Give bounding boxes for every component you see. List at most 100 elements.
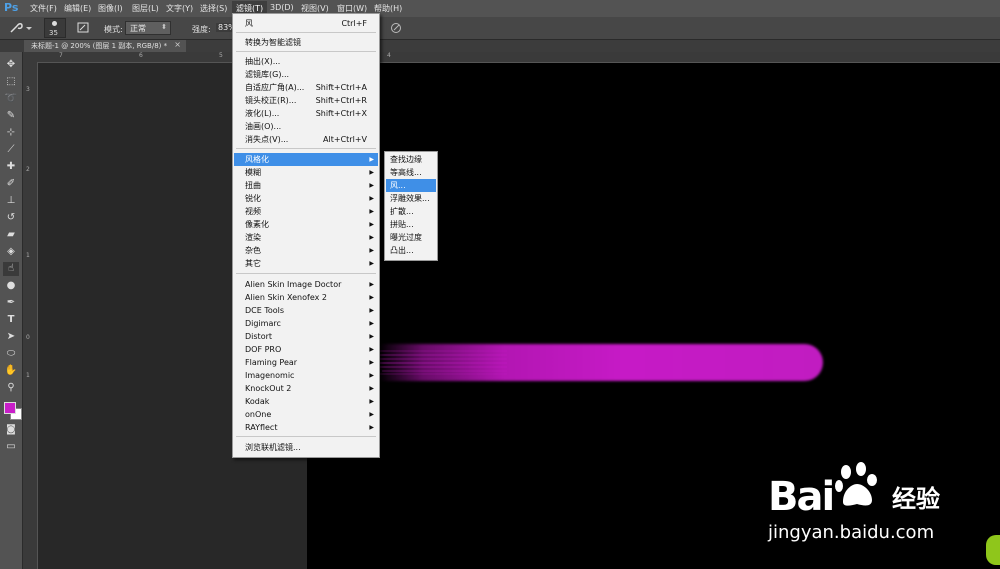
- menu-item-plugin[interactable]: DCE Tools ▶: [234, 304, 378, 317]
- brush-tip-icon: [52, 21, 57, 26]
- hand-tool-icon[interactable]: ✋: [3, 364, 19, 378]
- quick-mask-icon[interactable]: ◙: [3, 423, 19, 437]
- menu-item-plugin[interactable]: Distort ▶: [234, 330, 378, 343]
- menu-item-plugin[interactable]: Digimarc ▶: [234, 317, 378, 330]
- type-tool-icon[interactable]: T: [3, 313, 19, 327]
- quick-select-tool-icon[interactable]: ✎: [3, 109, 19, 123]
- filter-dropdown-menu: 风 Ctrl+F 转换为智能滤镜 抽出(X)... 滤镜库(G)... 自适应广角…: [232, 13, 380, 458]
- menu-item-convert-smart-filter[interactable]: 转换为智能滤镜: [234, 36, 378, 49]
- dodge-tool-icon[interactable]: ●: [3, 279, 19, 293]
- brush-size-picker[interactable]: 35: [44, 18, 66, 38]
- submenu-arrow-icon: ▶: [369, 260, 374, 267]
- menu-item-plugin[interactable]: Kodak ▶: [234, 395, 378, 408]
- watermark-jingyan-text: 经验: [892, 485, 940, 513]
- ruler-tick-label: 3: [26, 86, 30, 93]
- mode-select[interactable]: 正常 ⬍: [125, 21, 171, 35]
- menu-item-extract[interactable]: 抽出(X)...: [234, 55, 378, 68]
- paint-bucket-tool-icon[interactable]: ◈: [3, 245, 19, 259]
- menu-item-liquify[interactable]: 液化(L)... Shift+Ctrl+X: [234, 107, 378, 120]
- submenu-item-find-edges[interactable]: 查找边缘: [386, 153, 436, 166]
- brush-panel-icon[interactable]: [77, 22, 89, 33]
- submenu-arrow-icon: ▶: [369, 234, 374, 241]
- submenu-item-diffuse[interactable]: 扩散...: [386, 205, 436, 218]
- menu-item-label: RAYflect: [245, 423, 278, 432]
- menu-item-filter-gallery[interactable]: 滤镜库(G)...: [234, 68, 378, 81]
- menu-select[interactable]: 选择(S): [200, 3, 227, 14]
- menu-item-label: onOne: [245, 410, 272, 419]
- menu-item-label: Distort: [245, 332, 273, 341]
- smudge-tool-icon[interactable]: ☝: [3, 262, 19, 276]
- magenta-brush-stroke: [379, 344, 823, 381]
- menu-file[interactable]: 文件(F): [30, 3, 57, 14]
- menu-item-oil-paint[interactable]: 油画(O)...: [234, 120, 378, 133]
- menu-item-plugin[interactable]: Alien Skin Xenofex 2 ▶: [234, 291, 378, 304]
- shape-tool-icon[interactable]: ⬭: [3, 347, 19, 361]
- stylize-submenu: 查找边缘 等高线... 风... 浮雕效果... 扩散... 拼贴... 曝光过…: [384, 151, 438, 261]
- lasso-tool-icon[interactable]: ➰: [3, 92, 19, 106]
- menu-layer[interactable]: 图层(L): [132, 3, 159, 14]
- submenu-item-solarize[interactable]: 曝光过度: [386, 231, 436, 244]
- move-tool-icon[interactable]: ✥: [3, 58, 19, 72]
- ruler-tick-label: 5: [219, 52, 223, 59]
- history-brush-tool-icon[interactable]: ↺: [3, 211, 19, 225]
- close-icon[interactable]: ×: [174, 40, 181, 49]
- menu-item-plugin[interactable]: KnockOut 2 ▶: [234, 382, 378, 395]
- ruler-tick-label: 1: [26, 252, 30, 259]
- menu-item-adaptive-wide-angle[interactable]: 自适应广角(A)... Shift+Ctrl+A: [234, 81, 378, 94]
- smudge-tool-preset-icon[interactable]: [8, 21, 32, 35]
- menu-item-label: Imagenomic: [245, 371, 295, 380]
- menu-item-render[interactable]: 渲染 ▶: [234, 231, 378, 244]
- menu-item-browse-online-filters[interactable]: 浏览联机滤镜...: [234, 441, 378, 454]
- menu-item-plugin[interactable]: Imagenomic ▶: [234, 369, 378, 382]
- submenu-arrow-icon: ▶: [369, 359, 374, 366]
- menu-item-plugin[interactable]: Flaming Pear ▶: [234, 356, 378, 369]
- menu-image[interactable]: 图像(I): [98, 3, 123, 14]
- path-select-tool-icon[interactable]: ➤: [3, 330, 19, 344]
- menu-item-video[interactable]: 视频 ▶: [234, 205, 378, 218]
- photoshop-logo: Ps: [4, 1, 19, 14]
- menu-item-other[interactable]: 其它 ▶: [234, 257, 378, 270]
- menu-item-label: 杂色: [245, 246, 261, 255]
- marquee-tool-icon[interactable]: ⬚: [3, 75, 19, 89]
- eraser-tool-icon[interactable]: ▰: [3, 228, 19, 242]
- brush-tool-icon[interactable]: ✐: [3, 177, 19, 191]
- submenu-arrow-icon: ▶: [369, 195, 374, 202]
- eyedropper-tool-icon[interactable]: ⟋: [3, 143, 19, 157]
- submenu-arrow-icon: ▶: [369, 281, 374, 288]
- menu-item-label: 视频: [245, 207, 261, 216]
- menu-item-stylize[interactable]: 风格化 ▶: [234, 153, 378, 166]
- menu-item-plugin[interactable]: Alien Skin Image Doctor ▶: [234, 278, 378, 291]
- menu-item-plugin[interactable]: DOF PRO ▶: [234, 343, 378, 356]
- submenu-item-emboss[interactable]: 浮雕效果...: [386, 192, 436, 205]
- submenu-item-wind[interactable]: 风...: [386, 179, 436, 192]
- submenu-item-trace-contour[interactable]: 等高线...: [386, 166, 436, 179]
- menu-item-last-filter[interactable]: 风 Ctrl+F: [234, 17, 378, 30]
- submenu-arrow-icon: ▶: [369, 398, 374, 405]
- menu-item-distort[interactable]: 扭曲 ▶: [234, 179, 378, 192]
- screen-mode-icon[interactable]: ▭: [3, 440, 19, 454]
- pen-tool-icon[interactable]: ✒: [3, 296, 19, 310]
- menu-item-plugin[interactable]: RAYflect ▶: [234, 421, 378, 434]
- menu-item-blur[interactable]: 模糊 ▶: [234, 166, 378, 179]
- menu-item-pixelate[interactable]: 像素化 ▶: [234, 218, 378, 231]
- menu-item-noise[interactable]: 杂色 ▶: [234, 244, 378, 257]
- zoom-tool-icon[interactable]: ⚲: [3, 381, 19, 395]
- submenu-item-tiles[interactable]: 拼贴...: [386, 218, 436, 231]
- menu-item-label: Alien Skin Image Doctor: [245, 280, 342, 289]
- pressure-icon[interactable]: [390, 22, 402, 34]
- crop-tool-icon[interactable]: ⊹: [3, 126, 19, 140]
- menu-item-plugin[interactable]: onOne ▶: [234, 408, 378, 421]
- menu-type[interactable]: 文字(Y): [166, 3, 193, 14]
- clone-stamp-tool-icon[interactable]: ⊥: [3, 194, 19, 208]
- menu-item-label: Digimarc: [245, 319, 281, 328]
- tools-panel: ✥ ⬚ ➰ ✎ ⊹ ⟋ ✚ ✐ ⊥ ↺ ▰ ◈ ☝ ● ✒ T ➤ ⬭ ✋ ⚲ …: [0, 52, 23, 569]
- menu-3d[interactable]: 3D(D): [270, 3, 294, 12]
- menu-item-lens-correction[interactable]: 镜头校正(R)... Shift+Ctrl+R: [234, 94, 378, 107]
- menu-item-sharpen[interactable]: 锐化 ▶: [234, 192, 378, 205]
- submenu-item-extrude[interactable]: 凸出...: [386, 244, 436, 257]
- healing-brush-tool-icon[interactable]: ✚: [3, 160, 19, 174]
- menu-item-vanishing-point[interactable]: 消失点(V)... Alt+Ctrl+V: [234, 133, 378, 146]
- foreground-color-swatch[interactable]: [4, 402, 16, 414]
- document-tab[interactable]: 未标题-1 @ 200% (图层 1 副本, RGB/8) * ×: [24, 40, 186, 52]
- menu-edit[interactable]: 编辑(E): [64, 3, 91, 14]
